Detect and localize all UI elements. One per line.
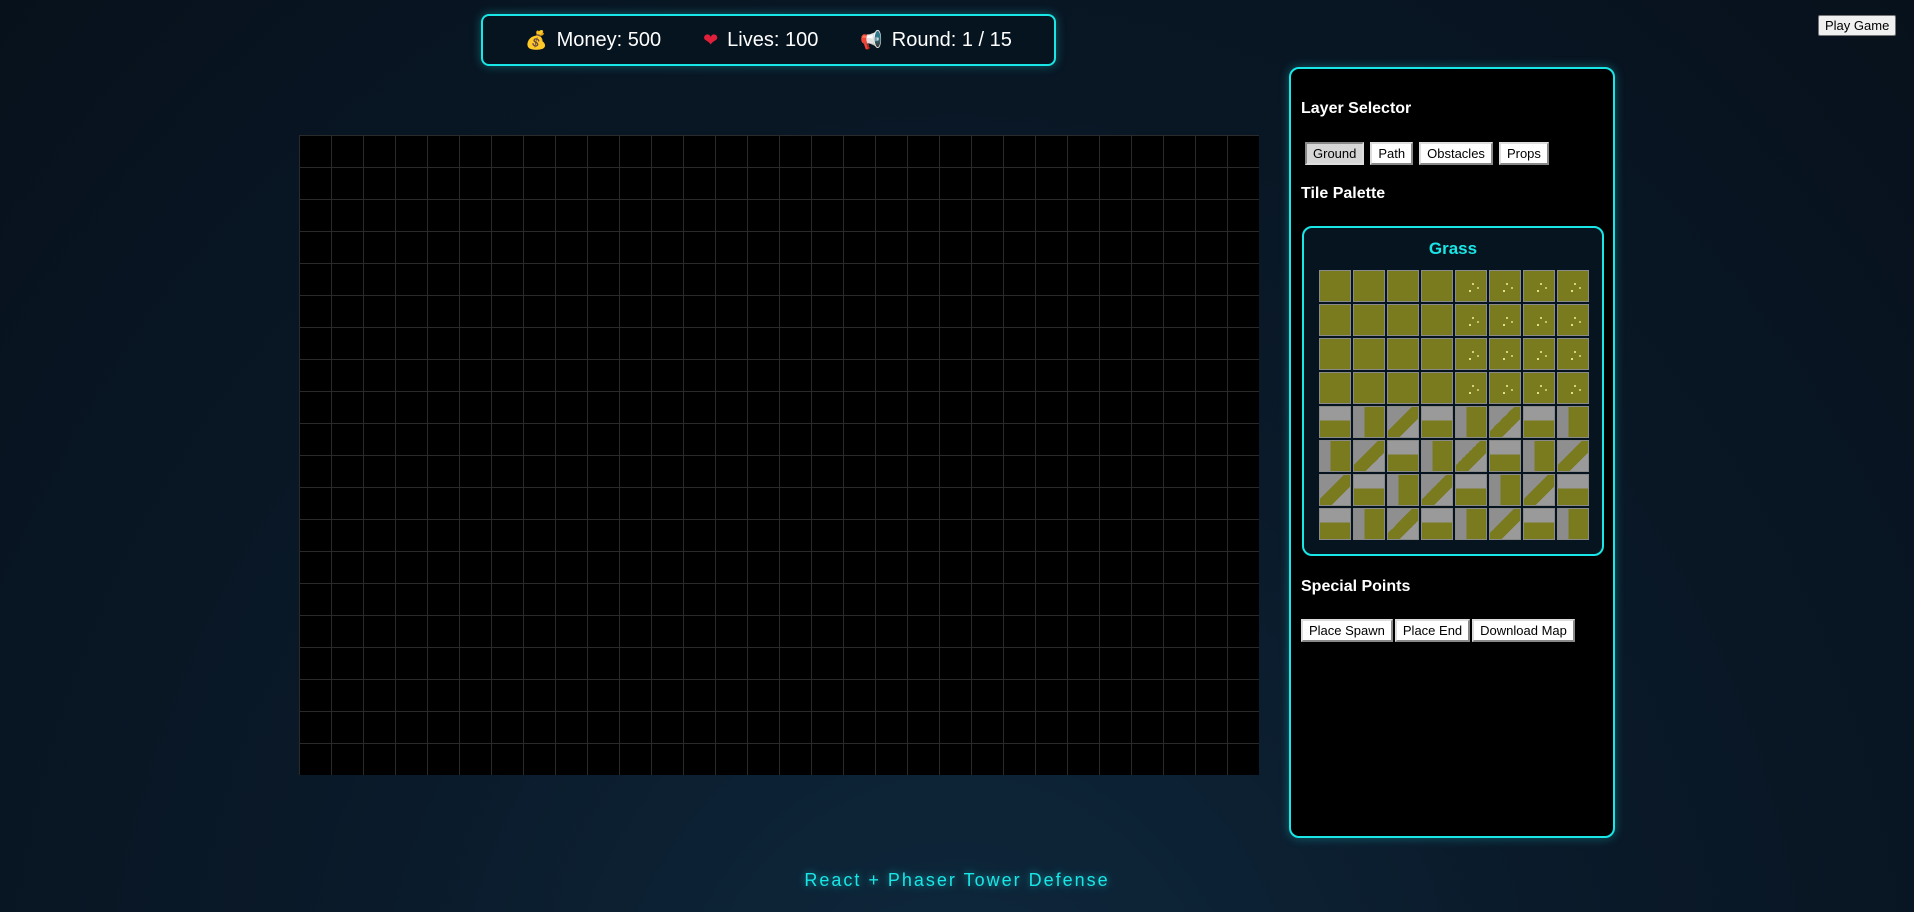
- palette-tile[interactable]: [1557, 338, 1589, 370]
- palette-tile[interactable]: [1523, 406, 1555, 438]
- palette-tile[interactable]: [1523, 474, 1555, 506]
- palette-tile[interactable]: [1489, 406, 1521, 438]
- palette-tile[interactable]: [1421, 440, 1453, 472]
- palette-tile[interactable]: [1455, 372, 1487, 404]
- palette-tile[interactable]: [1523, 372, 1555, 404]
- palette-name: Grass: [1428, 239, 1478, 258]
- editor-panel: Layer Selector Ground Path Obstacles Pro…: [1289, 67, 1615, 838]
- palette-tile[interactable]: [1387, 338, 1419, 370]
- palette-tile[interactable]: [1319, 270, 1351, 302]
- palette-tile[interactable]: [1421, 270, 1453, 302]
- palette-tile[interactable]: [1455, 406, 1487, 438]
- palette-tile[interactable]: [1387, 508, 1419, 540]
- palette-tile[interactable]: [1421, 406, 1453, 438]
- palette-tile[interactable]: [1455, 508, 1487, 540]
- palette-tile[interactable]: [1421, 304, 1453, 336]
- special-points-title: Special Points: [1301, 578, 1411, 595]
- palette-tile[interactable]: [1557, 270, 1589, 302]
- palette-tile[interactable]: [1489, 508, 1521, 540]
- tile-grid: [1319, 270, 1589, 540]
- palette-tile[interactable]: [1421, 474, 1453, 506]
- palette-tile[interactable]: [1353, 508, 1385, 540]
- palette-tile[interactable]: [1387, 372, 1419, 404]
- layer-selector-title: Layer Selector: [1301, 100, 1412, 117]
- palette-tile[interactable]: [1353, 474, 1385, 506]
- palette-tile[interactable]: [1523, 270, 1555, 302]
- palette-tile[interactable]: [1523, 440, 1555, 472]
- palette-tile[interactable]: [1319, 372, 1351, 404]
- palette-tile[interactable]: [1557, 406, 1589, 438]
- palette-tile[interactable]: [1489, 270, 1521, 302]
- palette-tile[interactable]: [1353, 304, 1385, 336]
- tile-palette-title: Tile Palette: [1301, 185, 1386, 202]
- palette-tile[interactable]: [1523, 338, 1555, 370]
- lives-text: Lives: 100: [727, 28, 819, 51]
- palette-tile[interactable]: [1489, 338, 1521, 370]
- palette-tile[interactable]: [1489, 440, 1521, 472]
- layer-props-button[interactable]: Props: [1498, 142, 1549, 165]
- play-game-button[interactable]: Play Game: [1818, 15, 1897, 36]
- palette-tile[interactable]: [1319, 338, 1351, 370]
- palette-tile[interactable]: [1455, 440, 1487, 472]
- palette-tile[interactable]: [1353, 270, 1385, 302]
- palette-tile[interactable]: [1557, 304, 1589, 336]
- heart-icon: ❤: [703, 30, 719, 50]
- tile-palette: Grass: [1302, 226, 1604, 556]
- round-text: Round: 1 / 15: [891, 28, 1012, 51]
- palette-tile[interactable]: [1455, 304, 1487, 336]
- palette-tile[interactable]: [1455, 474, 1487, 506]
- palette-tile[interactable]: [1421, 338, 1453, 370]
- place-end-button[interactable]: Place End: [1394, 619, 1471, 642]
- layer-obstacles-button[interactable]: Obstacles: [1419, 142, 1493, 165]
- download-map-button[interactable]: Download Map: [1472, 619, 1575, 642]
- palette-tile[interactable]: [1319, 508, 1351, 540]
- palette-tile[interactable]: [1523, 508, 1555, 540]
- palette-tile[interactable]: [1353, 372, 1385, 404]
- palette-tile[interactable]: [1353, 338, 1385, 370]
- palette-tile[interactable]: [1523, 304, 1555, 336]
- layer-path-button[interactable]: Path: [1370, 142, 1414, 165]
- palette-tile[interactable]: [1319, 474, 1351, 506]
- layer-selector: Ground Path Obstacles Props: [1305, 142, 1549, 165]
- megaphone-icon: 📢: [860, 30, 883, 50]
- palette-tile[interactable]: [1387, 440, 1419, 472]
- status-bar: 💰 Money: 500 ❤ Lives: 100 📢 Round: 1 / 1…: [481, 14, 1056, 66]
- palette-tile[interactable]: [1353, 406, 1385, 438]
- palette-tile[interactable]: [1387, 270, 1419, 302]
- money-display: 💰 Money: 500: [525, 29, 661, 52]
- palette-tile[interactable]: [1455, 338, 1487, 370]
- footer-title: React + Phaser Tower Defense: [804, 870, 1110, 890]
- money-text: Money: 500: [556, 28, 662, 51]
- palette-tile[interactable]: [1387, 406, 1419, 438]
- money-bag-icon: 💰: [525, 30, 548, 50]
- palette-tile[interactable]: [1489, 304, 1521, 336]
- palette-tile[interactable]: [1489, 372, 1521, 404]
- special-points-actions: Place Spawn Place End Download Map: [1301, 619, 1575, 642]
- palette-tile[interactable]: [1557, 440, 1589, 472]
- round-display: 📢 Round: 1 / 15: [860, 29, 1012, 52]
- palette-tile[interactable]: [1353, 440, 1385, 472]
- map-editor-canvas[interactable]: [299, 135, 1259, 775]
- palette-tile[interactable]: [1319, 440, 1351, 472]
- palette-tile[interactable]: [1455, 270, 1487, 302]
- palette-tile[interactable]: [1387, 304, 1419, 336]
- palette-tile[interactable]: [1421, 372, 1453, 404]
- palette-tile[interactable]: [1421, 508, 1453, 540]
- place-spawn-button[interactable]: Place Spawn: [1301, 619, 1393, 642]
- palette-tile[interactable]: [1557, 474, 1589, 506]
- palette-tile[interactable]: [1489, 474, 1521, 506]
- palette-tile[interactable]: [1387, 474, 1419, 506]
- palette-tile[interactable]: [1557, 508, 1589, 540]
- palette-tile[interactable]: [1319, 304, 1351, 336]
- lives-display: ❤ Lives: 100: [703, 29, 818, 52]
- layer-ground-button[interactable]: Ground: [1305, 142, 1365, 165]
- palette-tile[interactable]: [1319, 406, 1351, 438]
- palette-tile[interactable]: [1557, 372, 1589, 404]
